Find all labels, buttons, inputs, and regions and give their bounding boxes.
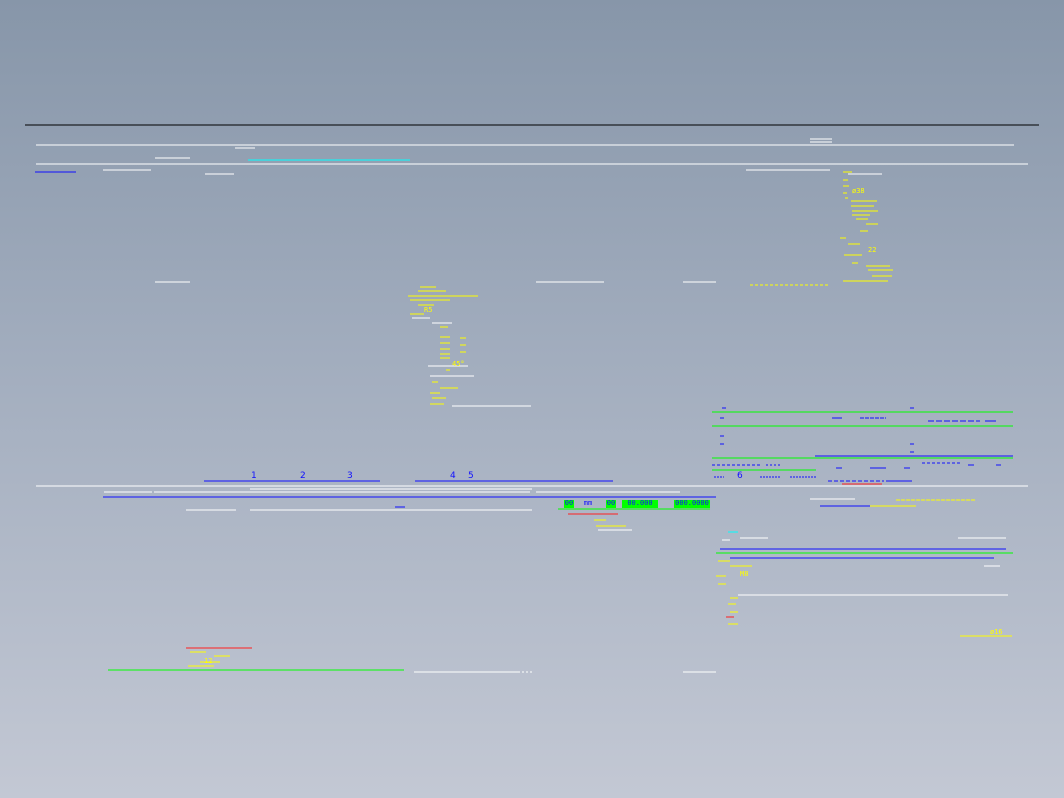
right-table — [712, 407, 1013, 482]
callout-2: 2 — [300, 471, 306, 481]
cad-drawing-canvas — [25, 124, 1039, 673]
scale-cell-3: 00 — [606, 499, 616, 507]
callout-5: 5 — [468, 471, 474, 481]
dimension-note-4: 45° — [452, 360, 465, 368]
dimension-note-2: 22 — [868, 246, 877, 254]
dimension-note-7: 12 — [204, 657, 213, 665]
scale-cell-1: 00 — [564, 499, 574, 507]
center-detail-dimensions — [408, 286, 478, 405]
lower-left-detail — [108, 647, 716, 673]
callout-1: 1 — [251, 471, 257, 481]
dimension-note-6: ø16 — [990, 628, 1003, 636]
dimension-note-5: M8 — [740, 570, 749, 578]
scale-cell-4: 00.000 — [627, 499, 653, 507]
lower-right-detail — [716, 531, 1013, 637]
top-view-outline — [36, 138, 1028, 407]
scale-cell-5: 000.0000 — [675, 499, 709, 507]
callout-4: 4 — [450, 471, 456, 481]
middle-band — [36, 480, 1028, 511]
dimension-note-1: ø38 — [852, 187, 865, 195]
right-detail-dimensions — [840, 171, 893, 282]
callout-6: 6 — [737, 471, 743, 481]
dimension-note-3: R5 — [424, 306, 433, 314]
callout-3: 3 — [347, 471, 353, 481]
scale-cell-2: mm — [583, 499, 593, 507]
